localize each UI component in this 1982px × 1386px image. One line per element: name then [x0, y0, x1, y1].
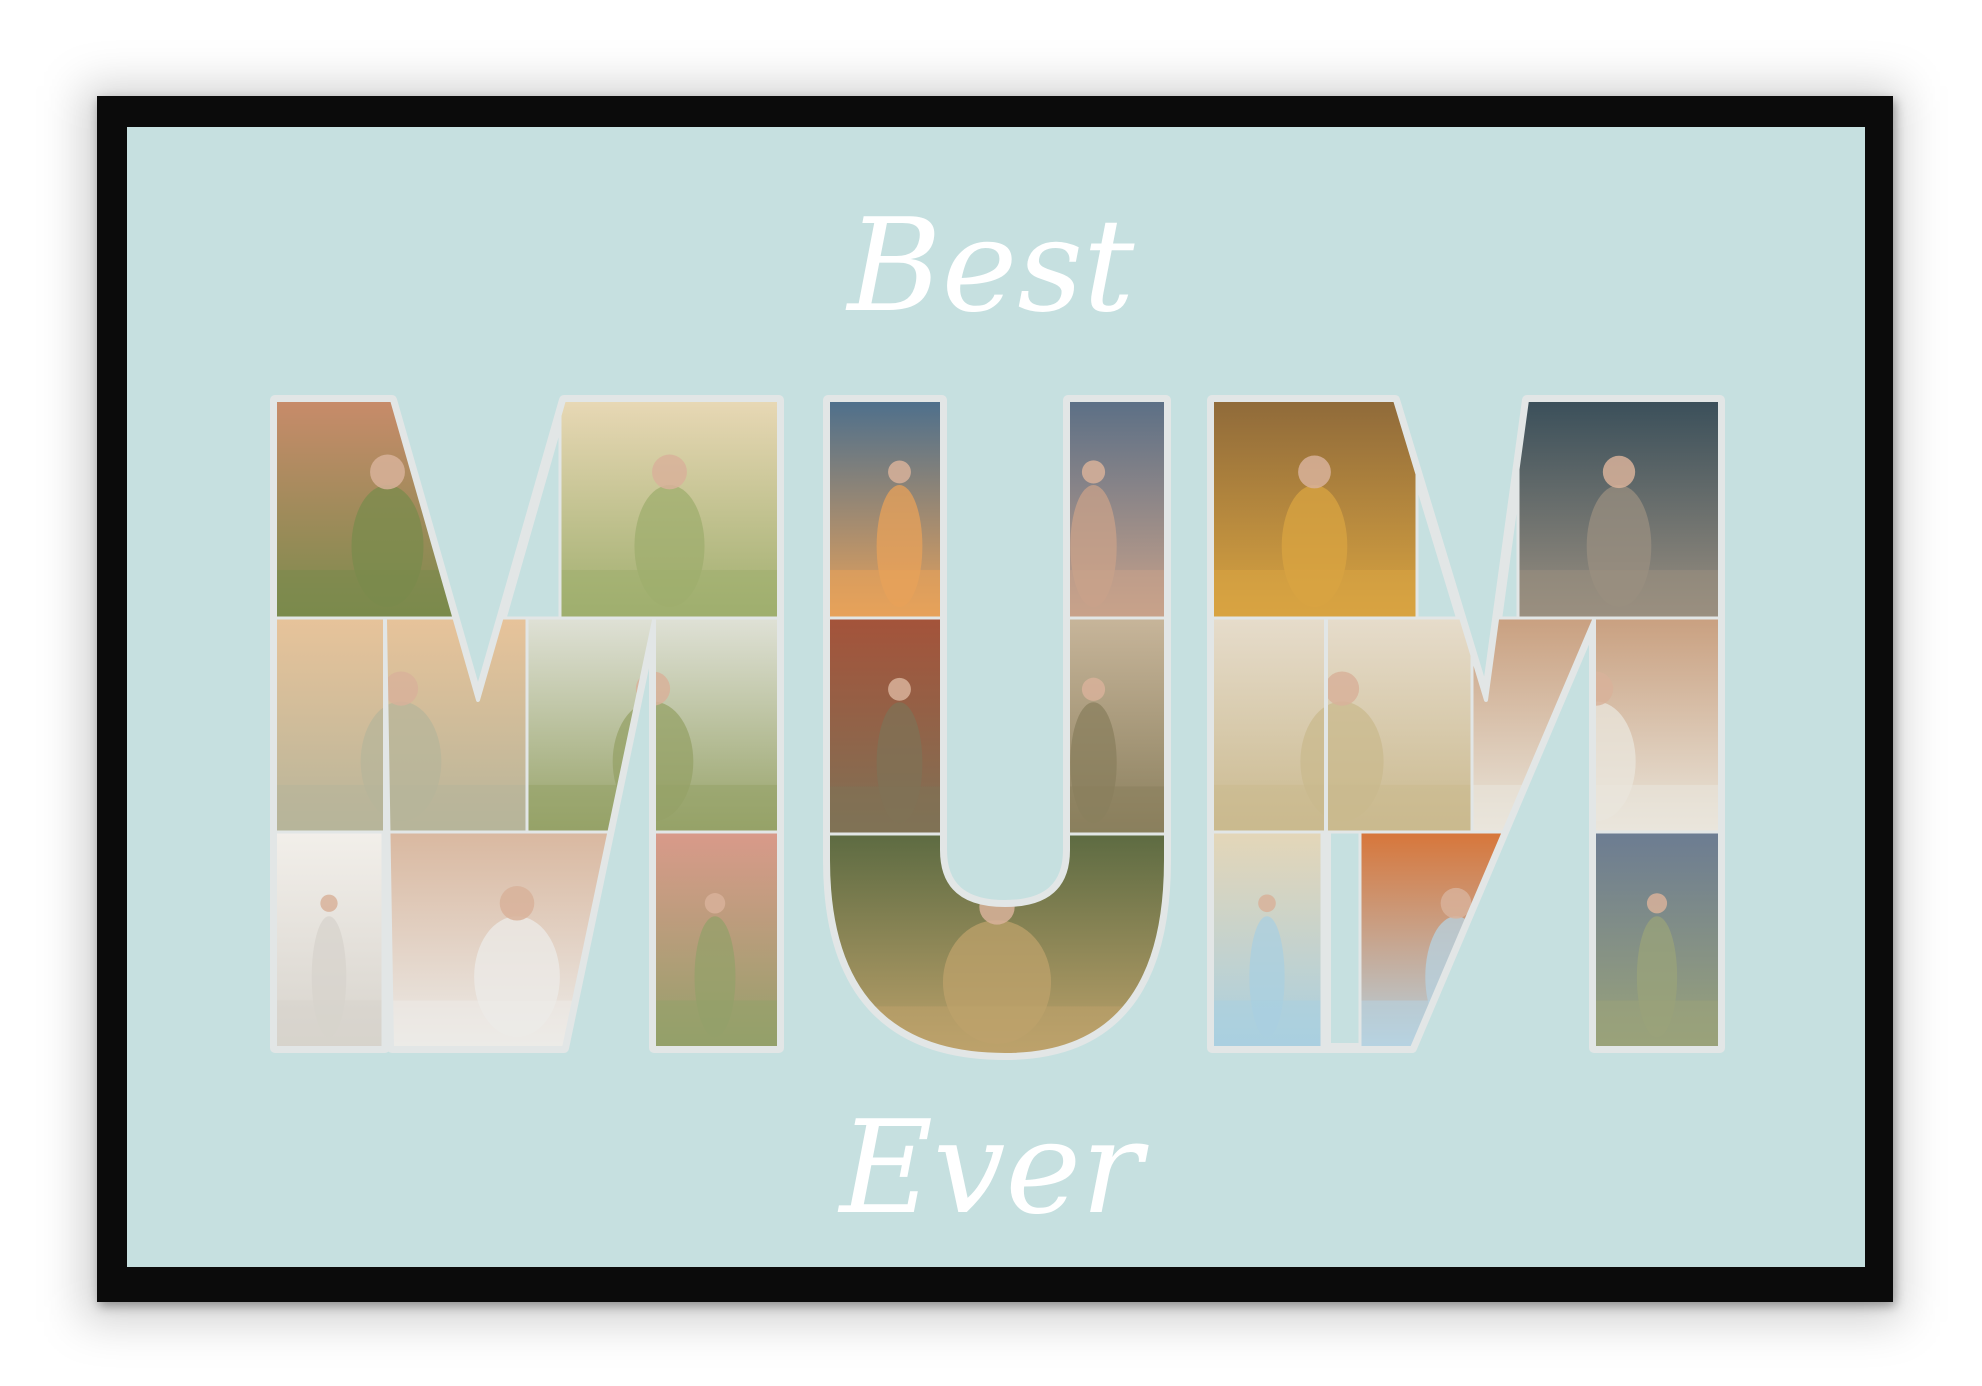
ever-title: Ever	[838, 1094, 1150, 1243]
letter-m-1	[270, 395, 784, 1053]
photo-girl-running-grass	[649, 830, 779, 1048]
photo-family-on-bench-with-cat	[1516, 400, 1720, 620]
mum-letters	[270, 395, 1725, 1060]
photo-hands-holding-baby-shoes	[381, 830, 653, 1048]
photo-girl-hugging-pregnant-mother	[275, 400, 502, 620]
photo-dad-tossing-child-beach	[1212, 830, 1324, 1048]
photo-baby-feet-closeup	[275, 830, 385, 1048]
letter-u-2	[823, 395, 1171, 1060]
photo-family-portrait-field	[1592, 830, 1720, 1048]
photo-mother-daughter-hug	[828, 616, 973, 836]
mum-photo-collage: Best Ever	[270, 192, 1725, 1243]
photo-couple-in-flowers	[1212, 400, 1419, 620]
photo-mother-holding-toddler	[1019, 616, 1166, 836]
photo-family-walking-field	[558, 400, 779, 620]
photo-beach-sunset	[828, 400, 973, 620]
photo-mother-holding-child-meadow	[1212, 616, 1474, 834]
poster-stage: Best Ever	[0, 0, 1982, 1386]
best-title: Best	[846, 192, 1136, 341]
letter-m-3	[1207, 395, 1725, 1053]
photo-boy-on-beach	[1019, 400, 1166, 620]
